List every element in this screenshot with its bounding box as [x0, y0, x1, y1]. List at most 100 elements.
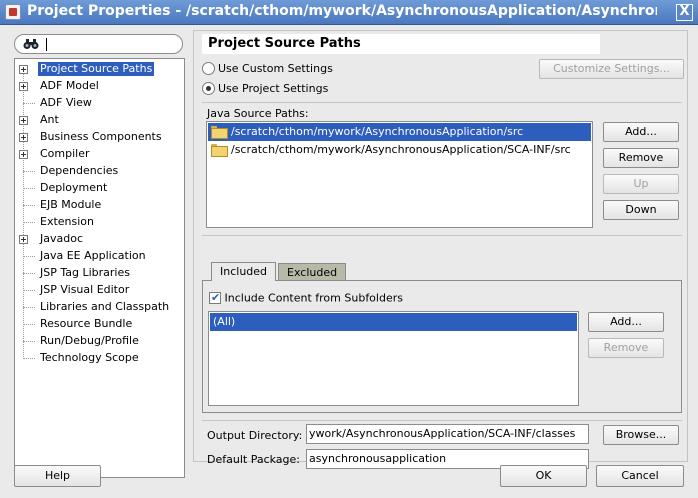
- app-icon: [5, 4, 21, 20]
- remove-source-path-button[interactable]: Remove: [603, 148, 679, 168]
- tree-item-label: Java EE Application: [40, 249, 146, 262]
- expand-icon[interactable]: [19, 82, 28, 91]
- tree-connector: [23, 273, 35, 274]
- tree-item-label: Deployment: [40, 181, 108, 194]
- tab-included[interactable]: Included: [211, 262, 277, 281]
- checkbox-indicator[interactable]: [209, 291, 221, 304]
- tree-item[interactable]: Deployment: [15, 180, 184, 197]
- tree-item-label: Resource Bundle: [40, 317, 133, 330]
- tree-connector: [23, 188, 35, 189]
- tree-connector: [23, 103, 35, 104]
- tree-item-label: Javadoc: [40, 232, 83, 245]
- tree-item-label: ADF Model: [40, 79, 99, 92]
- tree-item[interactable]: Libraries and Classpath: [15, 299, 184, 316]
- tree-item[interactable]: ADF View: [15, 95, 184, 112]
- checkbox-label: Include Content from Subfolders: [224, 291, 403, 305]
- tree-item[interactable]: Run/Debug/Profile: [15, 333, 184, 350]
- radio-label: Use Project Settings: [218, 81, 329, 95]
- tree-item-label: Extension: [40, 215, 95, 228]
- tree-connector: [23, 307, 35, 308]
- tree-item[interactable]: Technology Scope: [15, 350, 184, 367]
- dialog-body: Project Source Paths ADF Model ADF View Ant…: [0, 25, 698, 498]
- add-included-button[interactable]: Add...: [588, 312, 664, 332]
- radio-indicator[interactable]: [202, 61, 215, 75]
- expand-icon[interactable]: [19, 116, 28, 125]
- separator: [202, 420, 682, 421]
- tree-item-label: JSP Tag Libraries: [40, 266, 130, 279]
- tab-excluded[interactable]: Excluded: [278, 263, 347, 281]
- window-title: Project Properties - /scratch/cthom/mywo…: [27, 3, 657, 19]
- remove-included-button[interactable]: Remove: [588, 338, 664, 358]
- tree-connector: [23, 222, 35, 223]
- tree-item[interactable]: Ant: [15, 112, 184, 129]
- tree-item[interactable]: Resource Bundle: [15, 316, 184, 333]
- list-item[interactable]: /scratch/cthom/mywork/AsynchronousApplic…: [208, 123, 591, 141]
- add-source-path-button[interactable]: Add...: [603, 122, 679, 142]
- text-caret: [46, 38, 47, 51]
- move-down-button[interactable]: Down: [603, 200, 679, 220]
- tree-item[interactable]: JSP Visual Editor: [15, 282, 184, 299]
- tree-item-label: Business Components: [40, 130, 162, 143]
- tree-item[interactable]: JSP Tag Libraries: [15, 265, 184, 282]
- navigation-tree[interactable]: Project Source Paths ADF Model ADF View Ant…: [14, 58, 185, 478]
- tree-item[interactable]: Business Components: [15, 129, 184, 146]
- folder-icon: [211, 125, 228, 139]
- tree-item-label: Ant: [40, 113, 59, 126]
- list-item[interactable]: (All): [210, 313, 577, 331]
- tree-item[interactable]: Dependencies: [15, 163, 184, 180]
- tree-connector: [23, 290, 35, 291]
- tree-item-label: Run/Debug/Profile: [40, 334, 139, 347]
- separator: [202, 235, 682, 236]
- list-item[interactable]: /scratch/cthom/mywork/AsynchronousApplic…: [208, 141, 591, 159]
- use-project-settings-radio[interactable]: Use Project Settings: [202, 81, 328, 97]
- included-tab-content: Include Content from Subfolders (All) Ad…: [202, 280, 682, 413]
- tree-item[interactable]: Extension: [15, 214, 184, 231]
- tree-item[interactable]: Javadoc: [15, 231, 184, 248]
- customize-settings-button[interactable]: Customize Settings...: [539, 59, 684, 79]
- include-subfolders-checkbox[interactable]: Include Content from Subfolders: [209, 291, 403, 305]
- tree-item[interactable]: Java EE Application: [15, 248, 184, 265]
- use-custom-settings-radio[interactable]: Use Custom Settings: [202, 61, 333, 77]
- output-directory-field[interactable]: ywork/AsynchronousApplication/SCA-INF/cl…: [306, 424, 589, 444]
- page-title: Project Source Paths: [202, 34, 600, 54]
- expand-icon[interactable]: [19, 65, 28, 74]
- tree-connector: [23, 171, 35, 172]
- tree-connector: [23, 256, 35, 257]
- separator: [202, 102, 682, 103]
- tree-item[interactable]: EJB Module: [15, 197, 184, 214]
- settings-panel: Project Source Paths Use Custom Settings…: [193, 30, 688, 469]
- tree-item[interactable]: Compiler: [15, 146, 184, 163]
- radio-label: Use Custom Settings: [218, 61, 333, 75]
- source-path: /scratch/cthom/mywork/AsynchronousApplic…: [231, 143, 571, 156]
- source-path: /scratch/cthom/mywork/AsynchronousApplic…: [231, 125, 524, 138]
- browse-button[interactable]: Browse...: [603, 425, 679, 445]
- tree-item-label: ADF View: [40, 96, 92, 109]
- expand-icon[interactable]: [19, 235, 28, 244]
- ok-button[interactable]: OK: [500, 465, 587, 487]
- tree-item[interactable]: ADF Model: [15, 78, 184, 95]
- tree-connector: [23, 358, 35, 359]
- tree-item-label: Dependencies: [40, 164, 119, 177]
- tree-item-label: JSP Visual Editor: [40, 283, 130, 296]
- tree-item-label: Libraries and Classpath: [40, 300, 170, 313]
- expand-icon[interactable]: [19, 133, 28, 142]
- binoculars-icon: [23, 38, 39, 50]
- tree-connector: [23, 341, 35, 342]
- included-list[interactable]: (All): [208, 311, 579, 406]
- expand-icon[interactable]: [19, 150, 28, 159]
- radio-indicator[interactable]: [202, 81, 215, 95]
- tree-item-label: Project Source Paths: [38, 62, 155, 76]
- tree-connector: [23, 324, 35, 325]
- cancel-button[interactable]: Cancel: [596, 465, 684, 487]
- tree-item-label: EJB Module: [40, 198, 102, 211]
- tree-item[interactable]: Project Source Paths: [15, 61, 184, 78]
- search-input[interactable]: [45, 37, 175, 51]
- close-button[interactable]: X: [676, 4, 693, 21]
- tree-connector: [23, 205, 35, 206]
- java-source-paths-label: Java Source Paths:: [207, 107, 309, 120]
- tree-item-label: Technology Scope: [40, 351, 139, 364]
- help-button[interactable]: Help: [14, 465, 101, 487]
- search-box[interactable]: [14, 34, 183, 54]
- source-paths-list[interactable]: /scratch/cthom/mywork/AsynchronousApplic…: [206, 121, 593, 228]
- move-up-button[interactable]: Up: [603, 174, 679, 194]
